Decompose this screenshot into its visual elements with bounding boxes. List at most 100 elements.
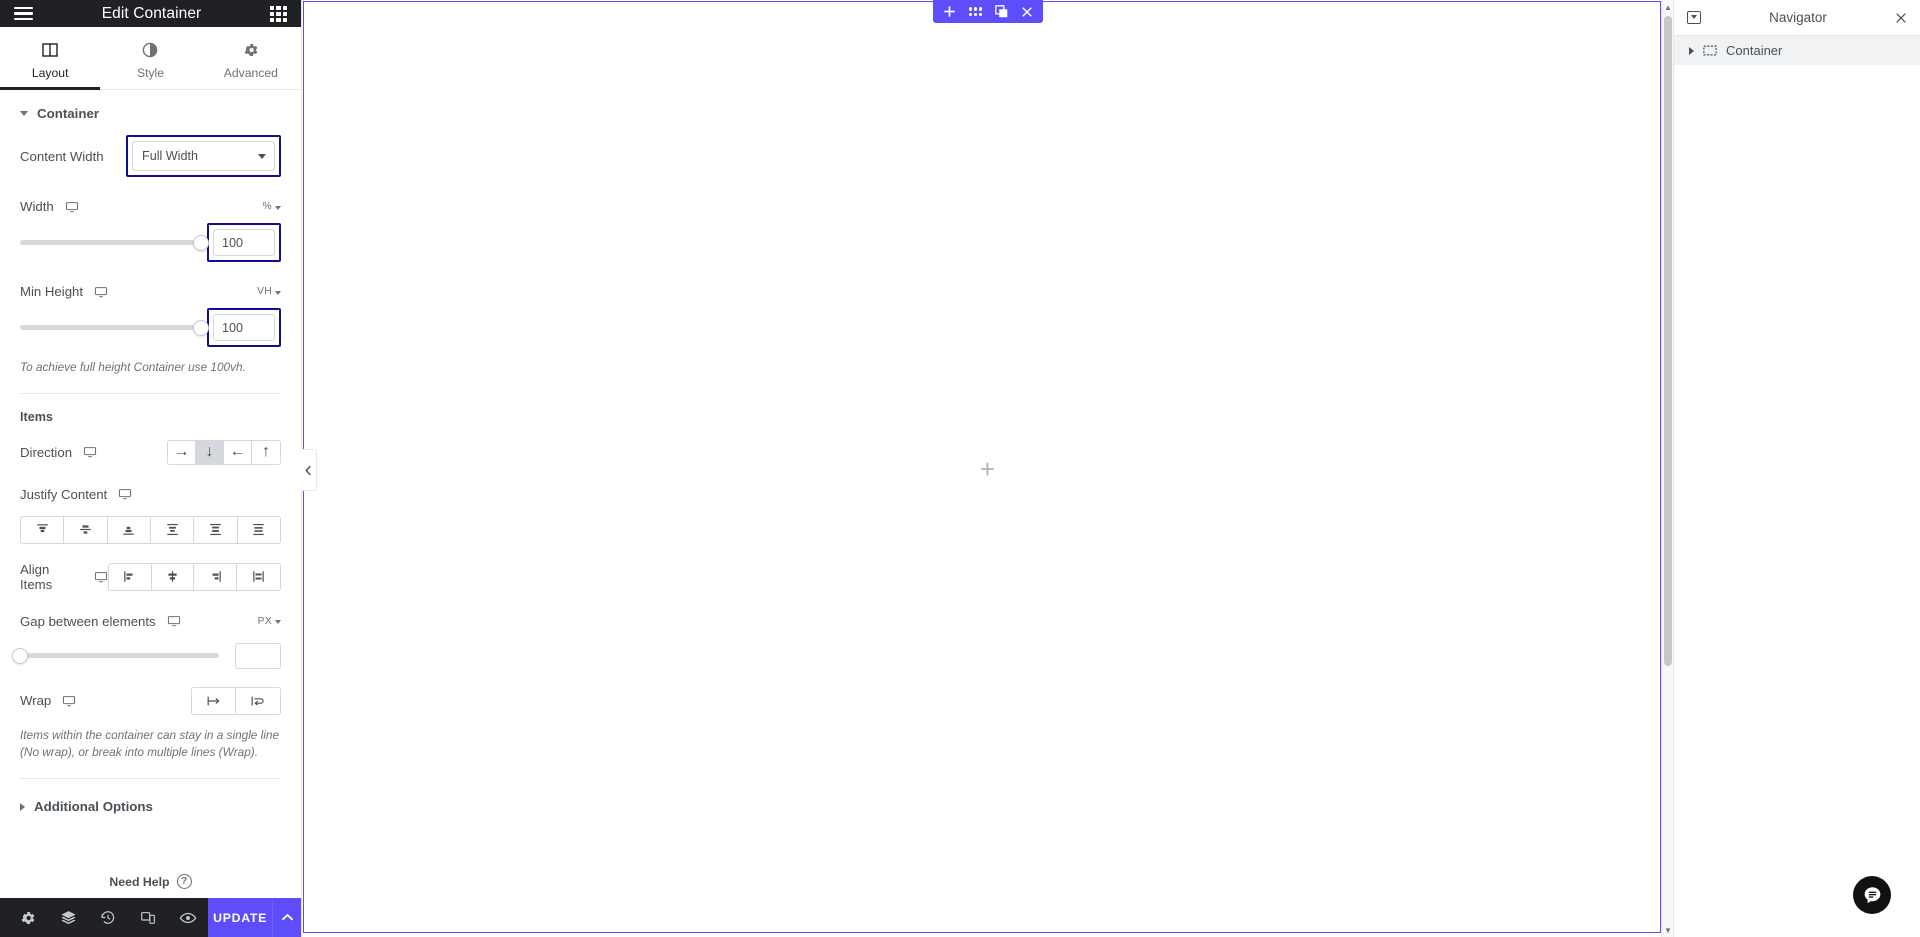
- min-height-input[interactable]: [213, 314, 275, 341]
- panel-collapse-handle[interactable]: [301, 449, 317, 491]
- tab-advanced[interactable]: Advanced: [201, 27, 301, 89]
- align-items-button-group: [107, 562, 281, 591]
- wrap-label: Wrap: [20, 693, 76, 708]
- content-width-label: Content Width: [20, 148, 104, 164]
- gap-input[interactable]: [235, 642, 281, 669]
- navigator-item-container[interactable]: Container: [1674, 36, 1920, 65]
- control-wrap: Wrap: [0, 686, 301, 715]
- section-container-header[interactable]: Container: [0, 90, 301, 135]
- justify-space-between-icon[interactable]: [150, 516, 195, 543]
- align-center-icon[interactable]: [151, 563, 195, 590]
- preview-eye-icon[interactable]: [168, 898, 208, 937]
- navigator-title: Navigator: [1769, 10, 1827, 25]
- min-height-input-highlight: [207, 308, 281, 347]
- panel-footer: UPDATE: [0, 898, 301, 937]
- need-help-label: Need Help: [109, 874, 170, 889]
- gear-icon: [243, 41, 259, 60]
- desktop-icon[interactable]: [94, 285, 108, 299]
- contrast-circle-icon: [142, 41, 158, 60]
- divider: [20, 778, 281, 780]
- chat-bubble-icon[interactable]: [1853, 876, 1891, 914]
- scroll-down-icon[interactable]: ▼: [1662, 923, 1674, 937]
- justify-end-icon[interactable]: [107, 516, 151, 543]
- gap-slider[interactable]: [12, 647, 219, 664]
- width-slider[interactable]: [20, 234, 209, 251]
- width-input-highlight: [207, 223, 281, 262]
- navigator-item-label: Container: [1726, 43, 1783, 58]
- history-icon[interactable]: [88, 898, 128, 937]
- navigator-header: Navigator: [1674, 0, 1920, 36]
- arrow-right-icon[interactable]: →: [168, 440, 196, 464]
- min-height-unit-selector[interactable]: VH: [257, 286, 281, 297]
- add-element-icon[interactable]: [943, 5, 956, 18]
- min-height-hint: To achieve full height Container use 100…: [20, 360, 246, 374]
- gap-slider-thumb[interactable]: [12, 647, 28, 664]
- width-slider-thumb[interactable]: [193, 234, 209, 251]
- desktop-icon[interactable]: [167, 614, 181, 628]
- question-circle-icon: ?: [176, 874, 192, 890]
- chevron-down-icon: [275, 205, 281, 210]
- settings-gear-icon[interactable]: [8, 898, 48, 937]
- desktop-icon[interactable]: [94, 570, 108, 584]
- container-toolbar: [932, 0, 1043, 23]
- control-min-height: Min Height VH: [0, 280, 301, 347]
- min-height-slider[interactable]: [20, 319, 209, 336]
- panel-body: Container Content Width Full Width Width…: [0, 90, 301, 898]
- arrow-left-icon[interactable]: ←: [224, 440, 252, 464]
- need-help-link[interactable]: Need Help ?: [0, 874, 301, 890]
- delete-close-icon[interactable]: [1021, 6, 1033, 18]
- width-input[interactable]: [213, 229, 275, 256]
- section-container-title: Container: [37, 106, 100, 121]
- close-icon[interactable]: [1895, 12, 1907, 24]
- control-justify-content: Justify Content: [0, 483, 301, 544]
- min-height-label: Min Height: [20, 284, 108, 299]
- arrow-up-icon[interactable]: ↑: [252, 440, 280, 464]
- align-end-icon[interactable]: [194, 563, 238, 590]
- gap-unit-selector[interactable]: PX: [258, 616, 281, 627]
- panel-header: Edit Container: [0, 0, 301, 27]
- chevron-up-icon[interactable]: [272, 898, 301, 937]
- navigator-layers-icon[interactable]: [48, 898, 88, 937]
- justify-space-around-icon[interactable]: [194, 516, 238, 543]
- duplicate-icon[interactable]: [994, 5, 1008, 18]
- justify-space-evenly-icon[interactable]: [237, 516, 280, 543]
- no-wrap-icon[interactable]: [192, 687, 236, 714]
- desktop-icon[interactable]: [118, 487, 132, 501]
- justify-start-icon[interactable]: [21, 516, 65, 543]
- section-additional-options-header[interactable]: Additional Options: [0, 795, 301, 828]
- grid-apps-icon[interactable]: [270, 5, 287, 22]
- content-width-select[interactable]: Full Width: [132, 141, 275, 171]
- canvas-viewport[interactable]: + ▲ ▼: [301, 0, 1673, 937]
- direction-button-group: → ↓ ← ↑: [167, 439, 281, 465]
- dock-panel-icon[interactable]: [1687, 11, 1701, 24]
- width-unit-selector[interactable]: %: [263, 201, 281, 212]
- control-width: Width %: [0, 195, 301, 262]
- navigator-panel: Navigator Container: [1673, 0, 1920, 937]
- desktop-icon[interactable]: [65, 200, 79, 214]
- control-gap: Gap between elements PX: [0, 610, 301, 669]
- scrollbar-thumb[interactable]: [1664, 16, 1672, 666]
- chevron-right-icon[interactable]: [1689, 46, 1694, 55]
- align-start-icon[interactable]: [108, 563, 152, 590]
- tab-layout[interactable]: Layout: [0, 27, 101, 90]
- gap-label: Gap between elements: [20, 614, 181, 629]
- desktop-icon[interactable]: [83, 445, 97, 459]
- wrap-icon[interactable]: [236, 687, 280, 714]
- canvas-scrollbar[interactable]: ▲ ▼: [1661, 0, 1673, 937]
- divider: [20, 392, 281, 394]
- responsive-mode-icon[interactable]: [128, 898, 168, 937]
- justify-center-icon[interactable]: [64, 516, 108, 543]
- min-height-slider-thumb[interactable]: [193, 319, 209, 336]
- scroll-up-icon[interactable]: ▲: [1662, 0, 1674, 14]
- align-stretch-icon[interactable]: [237, 563, 280, 590]
- update-button[interactable]: UPDATE: [208, 898, 273, 937]
- hamburger-menu-icon[interactable]: [14, 6, 33, 21]
- desktop-icon[interactable]: [62, 694, 76, 708]
- container-icon: [1703, 45, 1717, 56]
- tab-style-label: Style: [136, 65, 165, 80]
- tab-style[interactable]: Style: [100, 27, 200, 89]
- drag-handle-icon[interactable]: [968, 7, 982, 16]
- add-new-element-placeholder[interactable]: +: [980, 456, 995, 482]
- arrow-down-icon[interactable]: ↓: [196, 440, 224, 464]
- wrap-button-group: [191, 686, 281, 715]
